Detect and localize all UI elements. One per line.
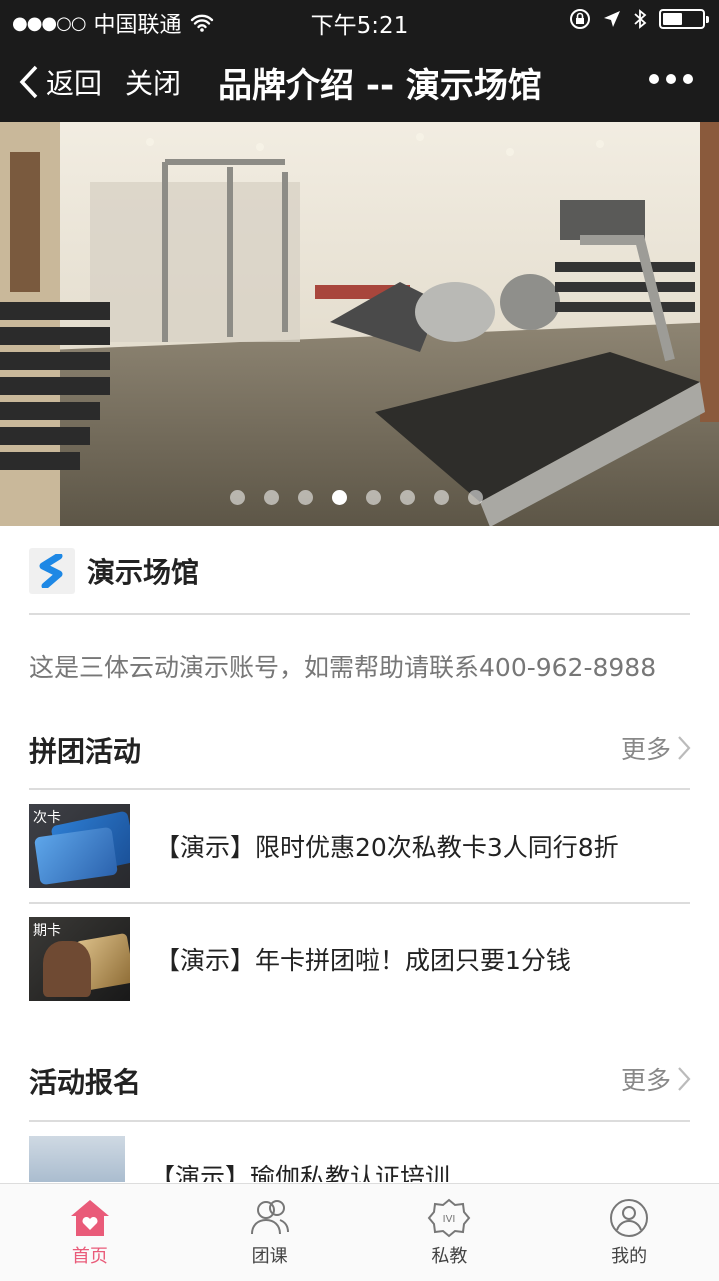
tab-label: 首页 (71, 1246, 108, 1267)
carousel-dot[interactable] (366, 490, 381, 505)
gym-photo (0, 122, 719, 526)
events-section-title: 活动报名 (29, 1066, 142, 1099)
carousel-dot[interactable] (264, 490, 279, 505)
carousel-dot[interactable] (468, 490, 483, 505)
chevron-right-icon (678, 1067, 691, 1091)
divider (29, 1120, 690, 1122)
more-dot-icon (683, 74, 693, 84)
group-buy-item-title: 【演示】年卡拼团啦！成团只要1分钱 (155, 946, 571, 975)
carousel-pager (230, 490, 483, 505)
tab-label: 私教 (431, 1246, 468, 1267)
card-type-tag: 期卡 (33, 923, 61, 939)
tab-group-class[interactable]: 团课 (180, 1184, 360, 1281)
more-label: 更多 (620, 735, 671, 764)
personal-trainer-icon: IVI (428, 1198, 471, 1238)
carousel-dot[interactable] (332, 490, 347, 505)
carousel-dot[interactable] (400, 490, 415, 505)
card-thumbnail: 期卡 (29, 917, 130, 1001)
carousel-dot[interactable] (434, 490, 449, 505)
page-title: 品牌介绍 -- 演示场馆 (218, 66, 542, 106)
profile-icon (610, 1199, 649, 1237)
card-type-tag: 次卡 (33, 810, 61, 826)
close-button[interactable]: 关闭 (125, 62, 181, 102)
events-more-link[interactable]: 更多 (621, 1061, 691, 1097)
svg-text:IVI: IVI (443, 1214, 456, 1225)
tab-personal-trainer[interactable]: IVI 私教 (360, 1184, 540, 1281)
more-dot-icon (649, 74, 659, 84)
event-thumbnail (29, 1136, 125, 1182)
orientation-lock-icon (570, 9, 590, 29)
group-buy-item[interactable]: 次卡 【演示】限时优惠20次私教卡3人同行8折 (29, 803, 690, 889)
brand-logo-icon (39, 554, 63, 588)
venue-description: 这是三体云动演示账号，如需帮助请联系400-962-8988 (29, 653, 657, 682)
back-button[interactable]: 返回 (18, 62, 102, 102)
tab-label: 团课 (251, 1246, 288, 1267)
group-buy-item-title: 【演示】限时优惠20次私教卡3人同行8折 (155, 833, 619, 862)
group-buy-more-link[interactable]: 更多 (621, 730, 691, 766)
status-bar: ●●●○○ 中国联通 下午5:21 (0, 0, 719, 40)
divider (29, 788, 690, 790)
chevron-right-icon (678, 736, 691, 760)
more-menu-button[interactable] (649, 74, 693, 84)
back-label: 返回 (46, 67, 103, 100)
event-item-title: 【演示】瑜伽私教认证培训 (150, 1163, 451, 1182)
tab-label: 我的 (611, 1246, 648, 1267)
location-arrow-icon (604, 11, 620, 27)
venue-logo (29, 548, 75, 594)
more-label: 更多 (620, 1066, 671, 1095)
venue-photo-carousel[interactable] (0, 122, 719, 526)
chevron-left-icon (19, 65, 38, 99)
group-buy-section-title: 拼团活动 (29, 735, 142, 768)
more-dot-icon (666, 74, 676, 84)
bottom-tab-bar: 首页 团课 IVI 私教 我的 (0, 1183, 719, 1281)
event-item[interactable]: 【演示】瑜伽私教认证培训 (29, 1136, 690, 1182)
bluetooth-icon (634, 9, 647, 29)
divider (29, 613, 690, 615)
group-buy-item[interactable]: 期卡 【演示】年卡拼团啦！成团只要1分钱 (29, 916, 690, 1002)
venue-name: 演示场馆 (87, 556, 200, 589)
tab-home[interactable]: 首页 (0, 1184, 180, 1281)
venue-header: 演示场馆 (29, 548, 199, 594)
carousel-dot[interactable] (298, 490, 313, 505)
home-icon (70, 1200, 109, 1236)
carousel-dot[interactable] (230, 490, 245, 505)
battery-icon (659, 9, 709, 29)
navigation-bar: 返回 关闭 品牌介绍 -- 演示场馆 (0, 40, 719, 122)
tab-profile[interactable]: 我的 (539, 1184, 719, 1281)
group-class-icon (250, 1200, 289, 1235)
card-thumbnail: 次卡 (29, 804, 130, 888)
divider (29, 902, 690, 904)
